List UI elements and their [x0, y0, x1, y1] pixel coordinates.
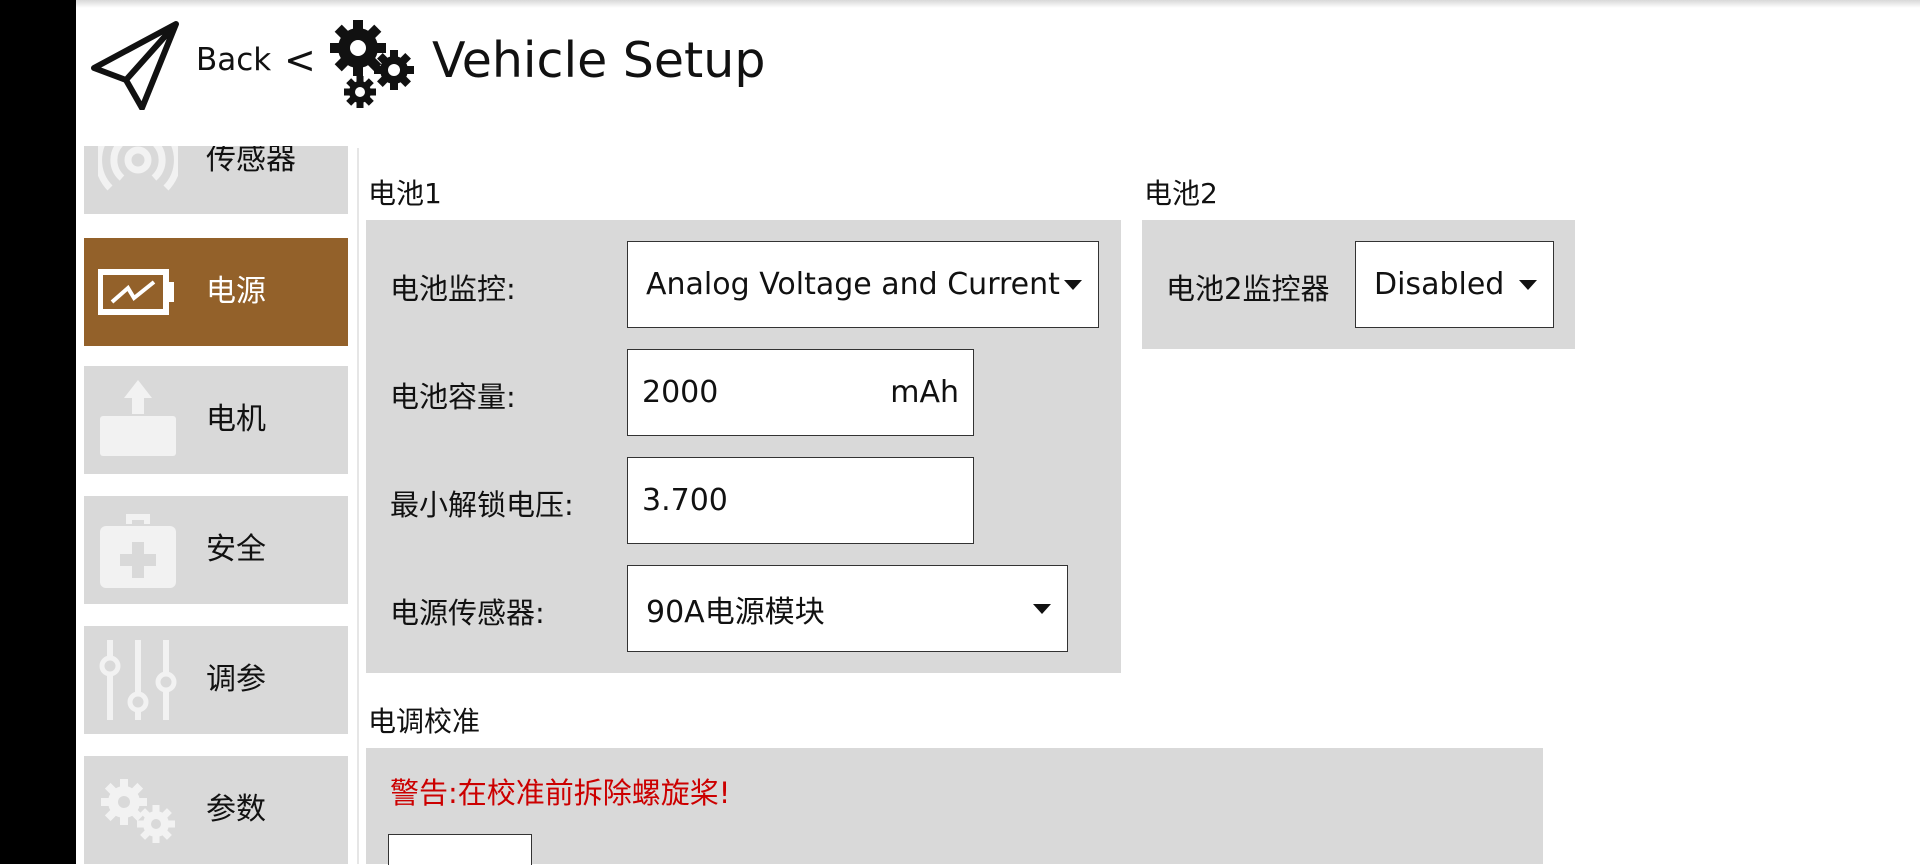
- motor-icon: [98, 380, 178, 460]
- sidebar-item-label: 调参: [206, 662, 266, 697]
- sidebar-divider: [357, 148, 359, 864]
- sidebar-item-label: 传感器: [206, 146, 296, 177]
- header: Back < Vehicle Setup: [76, 8, 1920, 126]
- sidebar: 传感器 电源 电机 安全 调参 参数: [84, 146, 348, 864]
- power-sensor-select[interactable]: 90A电源模块: [627, 565, 1068, 652]
- sidebar-item-tuning[interactable]: 调参: [84, 626, 348, 734]
- sidebar-item-power[interactable]: 电源: [84, 238, 348, 346]
- breadcrumb-separator: <: [284, 38, 316, 82]
- safety-icon: [98, 510, 178, 590]
- sidebar-item-safety[interactable]: 安全: [84, 496, 348, 604]
- power-sensor-label: 电源传感器:: [390, 596, 545, 630]
- chevron-down-icon: [1519, 279, 1537, 290]
- propeller-warning: 警告:在校准前拆除螺旋桨!: [390, 776, 731, 810]
- sidebar-item-motors[interactable]: 电机: [84, 366, 348, 474]
- sidebar-item-label: 安全: [206, 532, 266, 567]
- sensor-icon: [95, 146, 181, 200]
- gears-icon: [326, 18, 418, 110]
- battery-monitor-label: 电池监控:: [390, 272, 516, 306]
- calibrate-button[interactable]: [388, 834, 532, 865]
- capacity-unit: mAh: [890, 375, 959, 410]
- sidebar-item-label: 电机: [206, 402, 266, 437]
- battery-capacity-label: 电池容量:: [390, 380, 516, 414]
- battery2-monitor-select[interactable]: Disabled: [1355, 241, 1554, 328]
- sidebar-item-sensors[interactable]: 传感器: [84, 146, 348, 214]
- power-sensor-value: 90A电源模块: [646, 594, 825, 630]
- esc-calibration-title: 电调校准: [368, 705, 481, 738]
- top-shadow: [76, 0, 1920, 8]
- battery2-title: 电池2: [1144, 177, 1218, 210]
- min-arm-voltage-value: 3.700: [642, 483, 728, 518]
- paper-plane-icon[interactable]: [90, 18, 180, 111]
- gears-icon: [98, 770, 178, 850]
- min-arm-voltage-input[interactable]: 3.700: [627, 457, 974, 544]
- battery-monitor-select[interactable]: Analog Voltage and Current: [627, 241, 1099, 328]
- chevron-down-icon: [1064, 279, 1082, 290]
- back-button[interactable]: Back: [196, 42, 271, 78]
- min-arm-voltage-label: 最小解锁电压:: [390, 488, 574, 522]
- sliders-icon: [98, 640, 178, 728]
- sidebar-item-label: 电源: [206, 274, 266, 309]
- battery-capacity-input[interactable]: 2000 mAh: [627, 349, 974, 436]
- battery-capacity-value: 2000: [642, 375, 719, 410]
- sidebar-item-label: 参数: [206, 792, 266, 827]
- battery1-title: 电池1: [368, 177, 442, 210]
- chevron-down-icon: [1033, 603, 1051, 614]
- page-title: Vehicle Setup: [432, 32, 766, 89]
- battery-monitor-value: Analog Voltage and Current: [646, 267, 1060, 302]
- sidebar-item-parameters[interactable]: 参数: [84, 756, 348, 864]
- battery-icon: [97, 252, 178, 332]
- battery2-monitor-label: 电池2监控器: [1166, 272, 1330, 306]
- left-black-bar: [0, 0, 76, 864]
- battery2-monitor-value: Disabled: [1374, 267, 1505, 302]
